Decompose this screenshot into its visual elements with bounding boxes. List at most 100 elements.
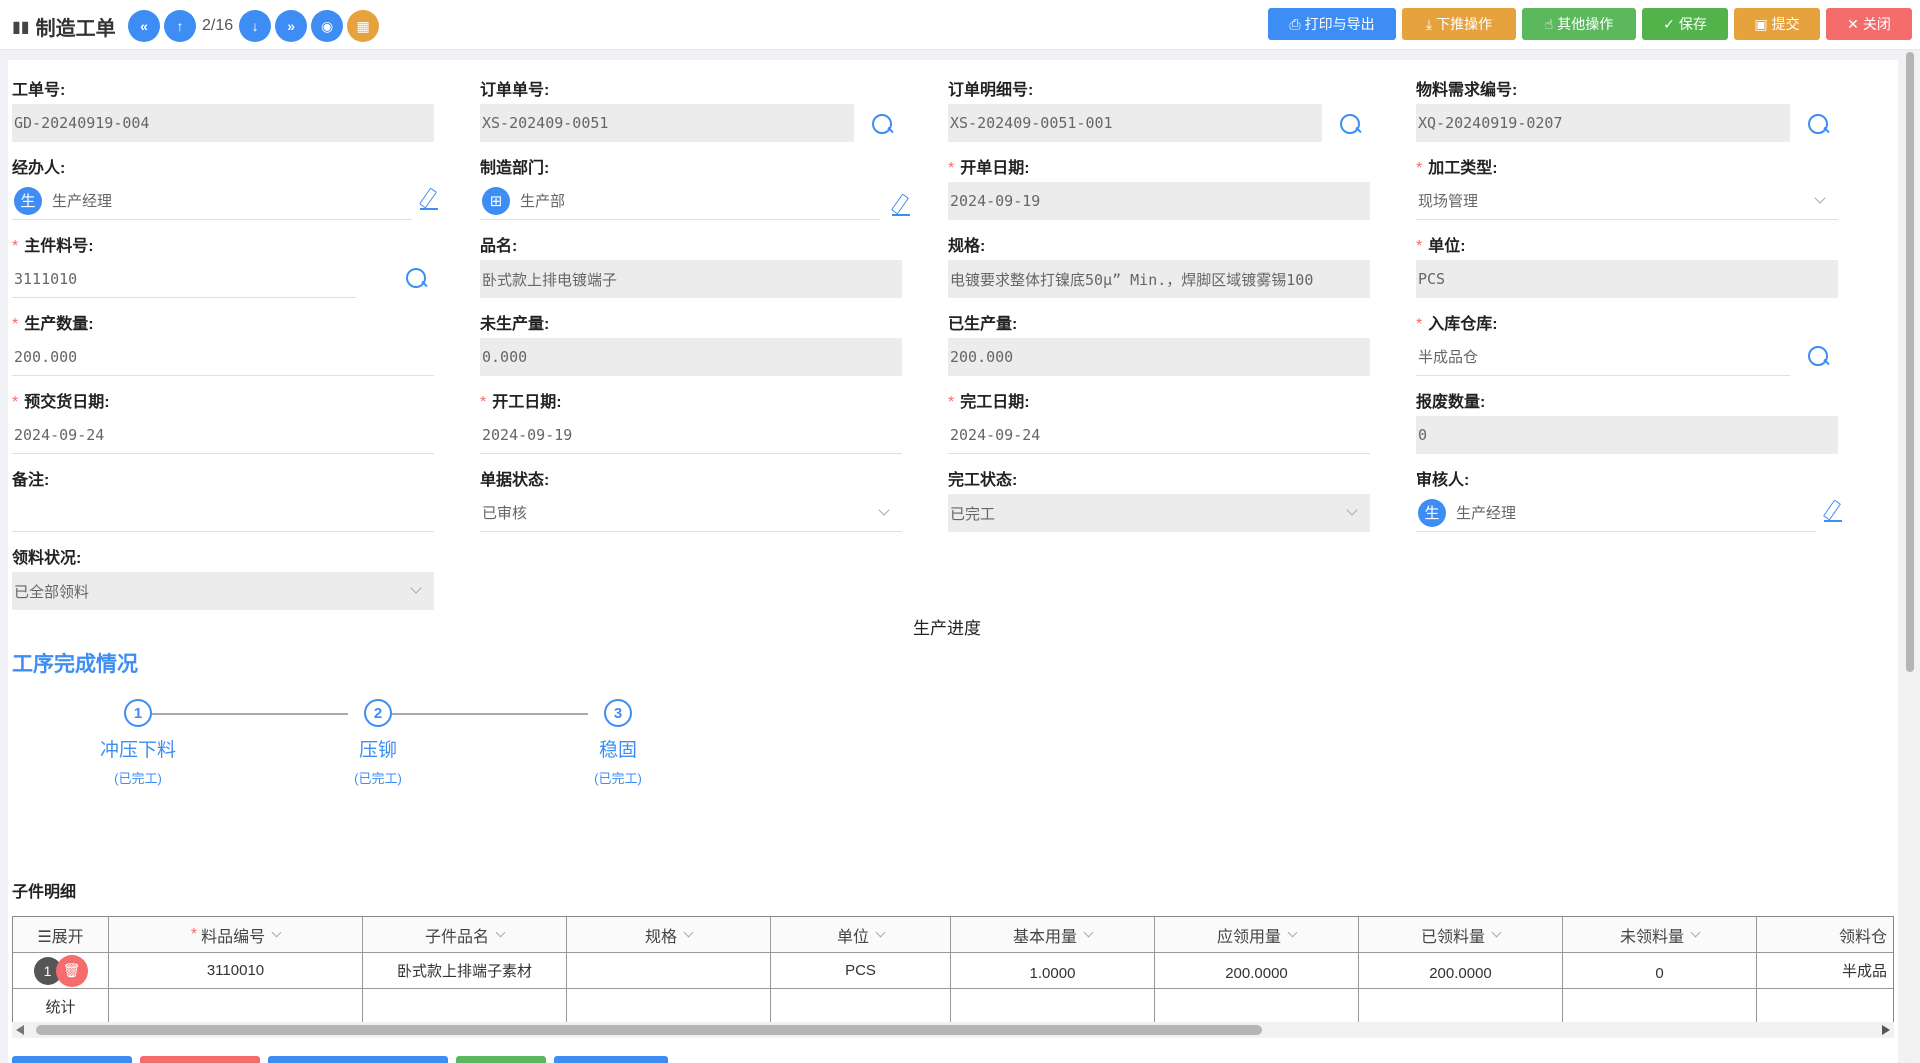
search-icon[interactable] <box>404 266 430 292</box>
col-spec[interactable]: 规格 <box>567 917 771 953</box>
table-horizontal-scrollbar[interactable] <box>12 1022 1894 1038</box>
first-record-button[interactable]: « <box>128 10 160 42</box>
unproduced-qty-input[interactable]: 0.000 <box>480 338 902 376</box>
bottom-button-3[interactable] <box>268 1056 448 1063</box>
close-icon: ✕ <box>1847 15 1859 32</box>
main-part-no-input[interactable]: 3111010 <box>12 260 356 298</box>
spec-input[interactable]: 电镀要求整体打镍底50μ” Min.，焊脚区域镀雾锡100 <box>948 260 1370 298</box>
search-icon[interactable] <box>1806 112 1832 138</box>
bottom-button-2[interactable] <box>140 1056 260 1063</box>
spec-field: 规格: 电镀要求整体打镍底50μ” Min.，焊脚区域镀雾锡100 <box>948 232 1370 298</box>
scroll-thumb[interactable] <box>1906 52 1914 672</box>
sales-order-no-field: 订单单号: XS-202409-0051 <box>480 76 902 142</box>
col-unit[interactable]: 单位 <box>771 917 951 953</box>
edit-pencil-icon[interactable] <box>416 188 438 210</box>
warehouse-field: * 入库仓库: 半成品仓 <box>1416 310 1838 376</box>
remark-input[interactable] <box>12 494 434 532</box>
finish-date-field: * 完工日期: 2024-09-24 <box>948 388 1370 454</box>
scroll-thumb[interactable] <box>36 1025 1262 1035</box>
handler-input[interactable]: 生 生产经理 <box>12 182 412 220</box>
doc-status-select[interactable]: 已审核 <box>480 494 902 532</box>
grid-menu-button[interactable]: ▦ <box>347 10 380 42</box>
other-ops-button[interactable]: ☝ 其他操作 <box>1522 8 1636 40</box>
view-eye-button[interactable]: ◉ <box>311 10 344 42</box>
step-status: (已完工) <box>354 771 402 786</box>
cell-spec[interactable] <box>567 953 771 989</box>
scroll-left-arrow-icon[interactable] <box>16 1025 24 1035</box>
bottom-button-1[interactable] <box>12 1056 132 1063</box>
col-picked-qty[interactable]: 已领料量 <box>1359 917 1563 953</box>
produced-qty-input[interactable]: 200.000 <box>948 338 1370 376</box>
cell-part-name[interactable]: 卧式款上排端子素材 <box>363 953 567 989</box>
complete-status-select[interactable]: 已完工 <box>948 494 1370 532</box>
dept-input[interactable]: ⊞ 生产部 <box>480 182 880 220</box>
open-date-input[interactable]: 2024-09-19 <box>948 182 1370 220</box>
col-req-qty[interactable]: 应领用量 <box>1155 917 1359 953</box>
download-icon: ⤓ <box>1425 15 1433 32</box>
next-record-button[interactable]: ↓ <box>239 10 272 42</box>
edit-pencil-icon[interactable] <box>888 194 910 216</box>
cell-req-qty[interactable]: 200.0000 <box>1155 953 1359 989</box>
product-name-input[interactable]: 卧式款上排电镀端子 <box>480 260 902 298</box>
work-order-no-input[interactable]: GD-20240919-004 <box>12 104 434 142</box>
chevron-down-icon <box>495 927 506 938</box>
close-button[interactable]: ✕ 关闭 <box>1826 8 1912 40</box>
main-part-no-field: * 主件料号: 3111010 <box>12 232 434 298</box>
edit-pencil-icon[interactable] <box>1820 500 1842 522</box>
col-unpicked-qty[interactable]: 未领料量 <box>1563 917 1757 953</box>
pager-text: 2/16 <box>202 17 234 34</box>
table-header: ☰展开 * 料品编号 子件品名 规格 单位 基本用量 应领用量 已领料量 未领料量… <box>13 917 1893 953</box>
expand-toggle[interactable]: ☰展开 <box>13 917 109 953</box>
last-record-button[interactable]: » <box>275 10 308 42</box>
step-2[interactable]: 2 压铆 (已完工) <box>288 699 468 787</box>
cell-unit[interactable]: PCS <box>771 953 951 989</box>
push-down-button[interactable]: ⤓ 下推操作 <box>1402 8 1516 40</box>
process-type-select[interactable]: 现场管理 <box>1416 182 1838 220</box>
total-row: 统计 <box>13 989 1893 1025</box>
step-3[interactable]: 3 稳固 (已完工) <box>528 699 708 787</box>
cell-unpicked-qty[interactable]: 0 <box>1563 953 1757 989</box>
finish-date-input[interactable]: 2024-09-24 <box>948 416 1370 454</box>
bottom-button-4[interactable] <box>456 1056 546 1063</box>
table-row[interactable]: 1 🗑 3110010 卧式款上排端子素材 PCS 1.0000 200.000… <box>13 953 1893 989</box>
prod-qty-input[interactable]: 200.000 <box>12 338 434 376</box>
col-part-no[interactable]: * 料品编号 <box>109 917 363 953</box>
col-part-name[interactable]: 子件品名 <box>363 917 567 953</box>
print-export-button[interactable]: ⎙ 打印与导出 <box>1268 8 1396 40</box>
search-icon[interactable] <box>1338 112 1364 138</box>
cell-warehouse[interactable]: 半成品 <box>1757 953 1893 989</box>
page-vertical-scrollbar[interactable] <box>1904 50 1916 1063</box>
material-req-no-input[interactable]: XQ-20240919-0207 <box>1416 104 1790 142</box>
material-req-no-field: 物料需求编号: XQ-20240919-0207 <box>1416 76 1838 142</box>
form-panel: 工单号: GD-20240919-004 订单单号: XS-202409-005… <box>8 60 1898 1063</box>
save-button[interactable]: ✓ 保存 <box>1642 8 1728 40</box>
prev-record-button[interactable]: ↑ <box>164 10 196 42</box>
submit-button[interactable]: ▣ 提交 <box>1734 8 1820 40</box>
start-date-input[interactable]: 2024-09-19 <box>480 416 902 454</box>
col-base-qty[interactable]: 基本用量 <box>951 917 1155 953</box>
col-warehouse[interactable]: 领料仓 <box>1757 917 1893 953</box>
sales-order-no-input[interactable]: XS-202409-0051 <box>480 104 854 142</box>
reviewer-input[interactable]: 生 生产经理 <box>1416 494 1816 532</box>
warehouse-input[interactable]: 半成品仓 <box>1416 338 1790 376</box>
picking-status-select[interactable]: 已全部领料 <box>12 572 434 610</box>
handler-field: 经办人: 生 生产经理 <box>12 154 438 220</box>
submit-icon: ▣ <box>1754 15 1768 32</box>
cell-picked-qty[interactable]: 200.0000 <box>1359 953 1563 989</box>
product-name-field: 品名: 卧式款上排电镀端子 <box>480 232 902 298</box>
unit-input[interactable]: PCS <box>1416 260 1838 298</box>
step-1[interactable]: 1 冲压下料 (已完工) <box>48 699 228 787</box>
search-icon[interactable] <box>1806 344 1832 370</box>
step-status: (已完工) <box>114 771 162 786</box>
order-detail-no-input[interactable]: XS-202409-0051-001 <box>948 104 1322 142</box>
cell-part-no[interactable]: 3110010 <box>109 953 363 989</box>
bottom-button-5[interactable] <box>554 1056 668 1063</box>
scroll-right-arrow-icon[interactable] <box>1882 1025 1890 1035</box>
search-icon[interactable] <box>870 112 896 138</box>
print-icon: ⎙ <box>1289 15 1301 32</box>
delete-row-icon[interactable]: 🗑 <box>55 954 88 987</box>
scrap-qty-input[interactable]: 0 <box>1416 416 1838 454</box>
delivery-date-input[interactable]: 2024-09-24 <box>12 416 434 454</box>
chevron-down-icon <box>1690 927 1701 938</box>
cell-base-qty[interactable]: 1.0000 <box>951 953 1155 989</box>
